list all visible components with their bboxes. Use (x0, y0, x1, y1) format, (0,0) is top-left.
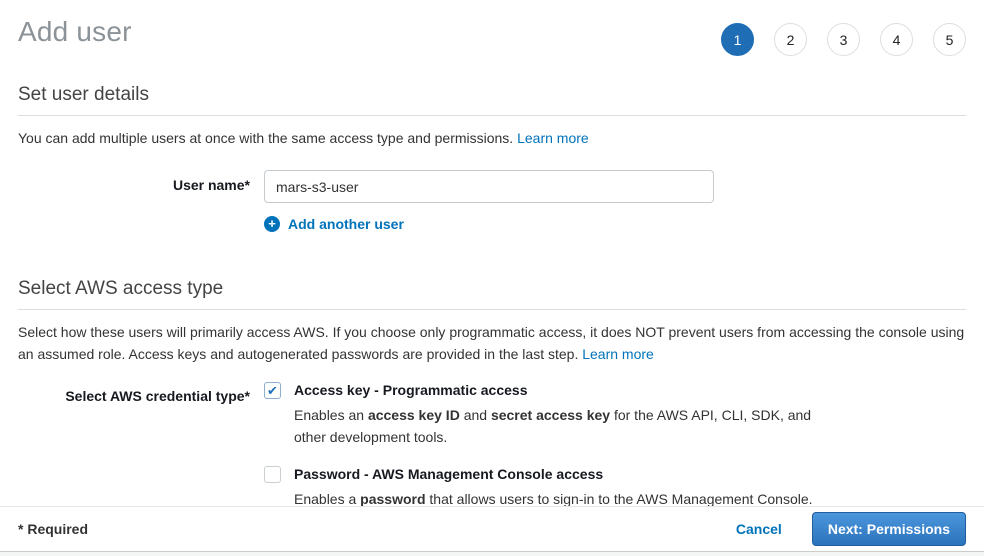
step-5-indicator: 5 (933, 23, 966, 56)
step-3-indicator: 3 (827, 23, 860, 56)
credential-type-label: Select AWS credential type* (18, 381, 264, 510)
next-permissions-button[interactable]: Next: Permissions (812, 512, 966, 546)
required-note: * Required (18, 521, 88, 537)
username-form-row: User name* (18, 170, 966, 203)
credential-options: ✔ Access key - Programmatic access Enabl… (264, 381, 834, 510)
user-details-intro: You can add multiple users at once with … (18, 127, 966, 149)
user-details-section: Set user details You can add multiple us… (18, 84, 966, 232)
plus-circle-icon: + (264, 216, 280, 232)
add-user-page: Add user 1 2 3 4 5 Set user details You … (0, 0, 984, 510)
credential-type-row: Select AWS credential type* ✔ Access key… (18, 381, 966, 510)
access-key-option-content: Access key - Programmatic access Enables… (294, 381, 834, 448)
username-input[interactable] (264, 170, 714, 203)
access-key-option-title: Access key - Programmatic access (294, 381, 834, 399)
access-key-option-desc: Enables an access key ID and secret acce… (294, 404, 834, 448)
user-details-heading: Set user details (18, 84, 966, 106)
cancel-button[interactable]: Cancel (736, 521, 782, 537)
page-header: Add user 1 2 3 4 5 (18, 0, 966, 56)
password-option-content: Password - AWS Management Console access… (294, 465, 813, 510)
add-another-user-label: Add another user (288, 216, 404, 232)
page-title: Add user (18, 16, 132, 48)
password-checkbox[interactable] (264, 466, 281, 483)
access-type-learn-more-link[interactable]: Learn more (582, 346, 654, 362)
access-type-intro-text: Select how these users will primarily ac… (18, 324, 964, 362)
access-type-intro: Select how these users will primarily ac… (18, 321, 966, 365)
section-divider (18, 115, 966, 116)
page-bottom-strip (0, 551, 984, 556)
footer-actions: Cancel Next: Permissions (736, 512, 966, 546)
wizard-step-indicator: 1 2 3 4 5 (701, 16, 966, 56)
username-label: User name* (18, 170, 264, 203)
user-details-learn-more-link[interactable]: Learn more (517, 130, 589, 146)
step-1-indicator: 1 (721, 23, 754, 56)
access-key-option: ✔ Access key - Programmatic access Enabl… (264, 381, 834, 448)
wizard-footer: * Required Cancel Next: Permissions (0, 506, 984, 556)
step-4-indicator: 4 (880, 23, 913, 56)
section-divider (18, 309, 966, 310)
password-option: Password - AWS Management Console access… (264, 465, 834, 510)
user-details-intro-text: You can add multiple users at once with … (18, 130, 517, 146)
add-another-user-button[interactable]: + Add another user (264, 216, 404, 232)
access-type-heading: Select AWS access type (18, 278, 966, 300)
access-key-checkbox[interactable]: ✔ (264, 382, 281, 399)
step-2-indicator: 2 (774, 23, 807, 56)
footer-bar: * Required Cancel Next: Permissions (0, 506, 984, 551)
access-type-section: Select AWS access type Select how these … (18, 278, 966, 510)
password-option-title: Password - AWS Management Console access (294, 465, 813, 483)
